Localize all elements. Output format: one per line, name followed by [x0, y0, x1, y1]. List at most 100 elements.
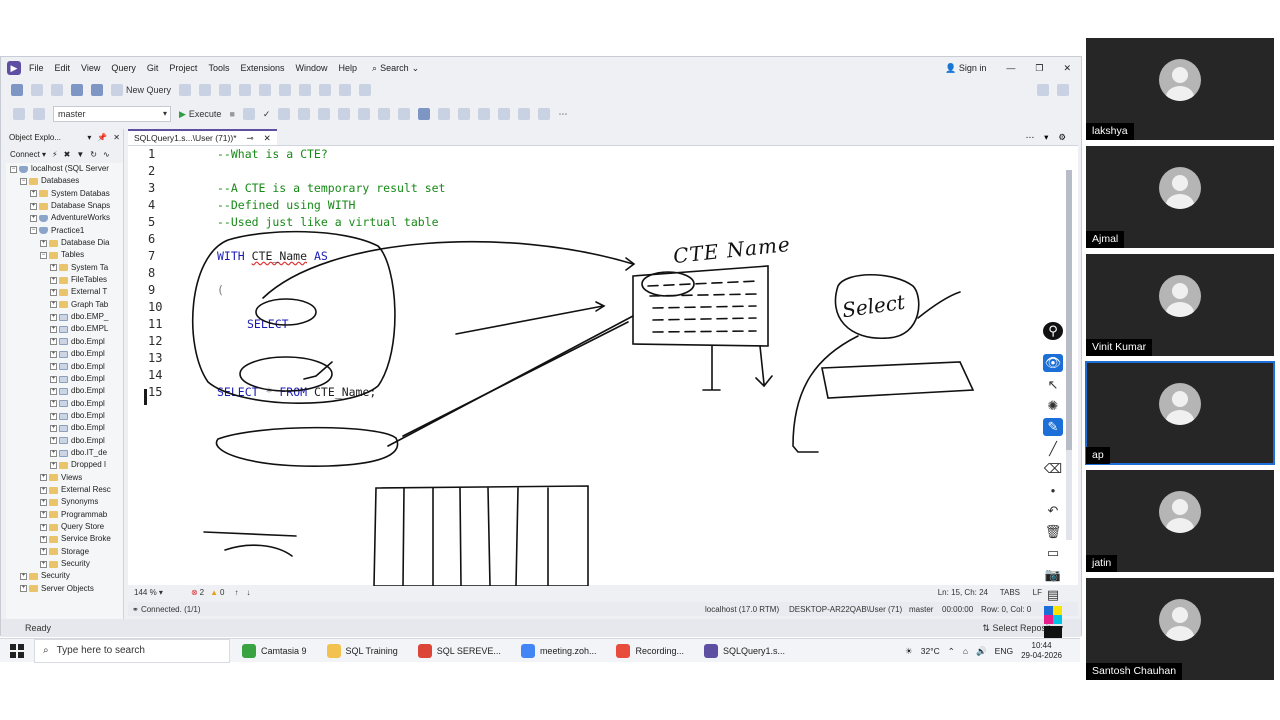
expand-icon[interactable]: + — [50, 264, 57, 272]
tree-node[interactable]: + Storage — [6, 546, 123, 558]
screen-icon[interactable]: ▭ — [1043, 544, 1063, 562]
expand-icon[interactable]: + — [40, 535, 47, 543]
tree-node[interactable]: + Query Store — [6, 521, 123, 533]
tree-node[interactable]: + Security — [6, 570, 123, 582]
arrow-up-icon[interactable]: ↑ — [234, 588, 238, 597]
copy-icon[interactable] — [239, 84, 252, 96]
change-connection-icon[interactable] — [33, 108, 45, 120]
error-count[interactable]: 2 — [200, 588, 204, 597]
expand-icon[interactable]: + — [50, 313, 57, 321]
expand-icon[interactable]: + — [40, 498, 47, 506]
tree-node[interactable]: + dbo.Empl — [6, 435, 123, 447]
trash-icon[interactable]: 🗑 — [1043, 523, 1063, 541]
taskbar-app[interactable]: SQL Training — [319, 639, 406, 663]
expand-icon[interactable]: + — [40, 548, 47, 556]
expand-icon[interactable]: + — [50, 350, 57, 358]
expand-icon[interactable]: + — [50, 338, 57, 346]
settings-icon[interactable] — [1057, 84, 1069, 96]
menu-query[interactable]: Query — [111, 63, 136, 73]
menu-window[interactable]: Window — [295, 63, 327, 73]
tree-node[interactable]: + FileTables — [6, 274, 123, 286]
dot-icon[interactable]: ● — [1043, 482, 1063, 500]
expand-icon[interactable]: + — [50, 424, 57, 432]
expand-icon[interactable]: + — [30, 190, 37, 198]
properties-icon[interactable] — [339, 84, 352, 96]
tree-node[interactable]: + AdventureWorks — [6, 212, 123, 224]
find-icon[interactable] — [319, 84, 332, 96]
tree-node[interactable]: + System Databas — [6, 188, 123, 200]
tree-node[interactable]: − Practice1 — [6, 225, 123, 237]
speaker-icon[interactable]: 🔊 — [976, 646, 987, 657]
expand-icon[interactable]: + — [40, 486, 47, 494]
tree-node[interactable]: + System Ta — [6, 262, 123, 274]
expand-icon[interactable]: + — [50, 289, 57, 297]
close-icon[interactable]: ✕ — [113, 133, 120, 142]
network-icon[interactable]: ⌂ — [963, 646, 968, 656]
cut-icon[interactable] — [219, 84, 232, 96]
expand-icon[interactable]: + — [50, 375, 57, 383]
lang-indicator[interactable]: ENG — [995, 646, 1013, 656]
live-stats-icon[interactable] — [358, 108, 371, 120]
participant-tile[interactable]: Santosh Chauhan — [1086, 578, 1274, 680]
settings-icon[interactable]: ⚙ — [1058, 132, 1066, 143]
close-icon[interactable]: ✕ — [264, 133, 271, 144]
actual-plan-icon[interactable] — [338, 108, 351, 120]
laser-icon[interactable]: ✺ — [1043, 397, 1063, 415]
tree-node[interactable]: + dbo.EMP_ — [6, 311, 123, 323]
new-query-button[interactable]: New Query — [111, 84, 171, 96]
menu-search[interactable]: ⌕ Search ⌄ — [372, 63, 419, 74]
participant-tile[interactable]: lakshya — [1086, 38, 1274, 140]
lightbulb-icon[interactable]: ⚲ — [1043, 322, 1063, 340]
tree-node[interactable]: + dbo.Empl — [6, 385, 123, 397]
expand-icon[interactable]: + — [40, 523, 47, 531]
refresh-icon[interactable]: ↻ — [90, 150, 97, 159]
tree-node[interactable]: + dbo.EMPL — [6, 323, 123, 335]
color-swatch[interactable] — [1044, 606, 1053, 615]
menu-extensions[interactable]: Extensions — [240, 63, 284, 73]
tree-node[interactable]: − Databases — [6, 175, 123, 187]
taskbar-app[interactable]: Camtasia 9 — [234, 639, 315, 663]
connect-icon[interactable]: ⚡ — [52, 150, 58, 159]
vertical-scrollbar[interactable] — [1066, 170, 1072, 540]
connect-button[interactable]: Connect ▾ — [10, 150, 46, 159]
tab-overflow-icon[interactable]: ⋯ — [1026, 132, 1035, 143]
query-options-icon[interactable] — [298, 108, 311, 120]
color-palette-icon[interactable] — [1044, 606, 1062, 624]
expand-icon[interactable]: + — [50, 301, 57, 309]
tab-sqlquery1[interactable]: SQLQuery1.s...\User (71))* ⊸ ✕ — [128, 129, 277, 145]
expand-icon[interactable]: + — [20, 573, 27, 581]
tree-node[interactable]: − localhost (SQL Server — [6, 163, 123, 175]
client-stats-icon[interactable] — [378, 108, 391, 120]
expand-icon[interactable]: + — [40, 239, 47, 247]
tree-node[interactable]: + Server Objects — [6, 583, 123, 595]
expand-icon[interactable]: + — [50, 363, 57, 371]
outdent-icon[interactable] — [518, 108, 531, 120]
expand-icon[interactable]: + — [40, 474, 47, 482]
participant-tile[interactable]: ap — [1085, 361, 1275, 465]
db-engine-query-icon[interactable] — [179, 84, 192, 96]
menu-view[interactable]: View — [81, 63, 100, 73]
tree-node[interactable]: + dbo.Empl — [6, 422, 123, 434]
tree-node[interactable]: + Security — [6, 558, 123, 570]
eye-icon[interactable]: 👁 — [1043, 354, 1063, 372]
tree-node[interactable]: + External Resc — [6, 484, 123, 496]
results-grid-icon[interactable] — [418, 108, 431, 120]
intellisense-icon[interactable] — [318, 108, 331, 120]
expand-icon[interactable]: + — [30, 215, 37, 223]
save-icon[interactable] — [71, 84, 83, 96]
camera-icon[interactable]: 📷 — [1043, 566, 1063, 584]
filter-icon[interactable] — [13, 108, 25, 120]
menu-project[interactable]: Project — [169, 63, 197, 73]
color-swatch[interactable] — [1053, 615, 1062, 624]
restore-icon[interactable]: ❐ — [1035, 63, 1043, 74]
parse-icon[interactable]: ✓ — [263, 109, 271, 120]
undo-icon[interactable] — [279, 84, 292, 96]
collapse-icon[interactable]: − — [40, 252, 47, 260]
line-icon[interactable]: ╱ — [1043, 440, 1063, 458]
menu-git[interactable]: Git — [147, 63, 159, 73]
close-icon[interactable]: ✕ — [1063, 63, 1071, 74]
tree-node[interactable]: + dbo.Empl — [6, 336, 123, 348]
pointer-icon[interactable]: ↖ — [1043, 376, 1063, 394]
redo-icon[interactable] — [299, 84, 312, 96]
query-editor[interactable]: 1 2 3 4 5 6 7 8 9 10 11 12 13 14 15 --What is a CTE? -… — [128, 145, 1078, 586]
